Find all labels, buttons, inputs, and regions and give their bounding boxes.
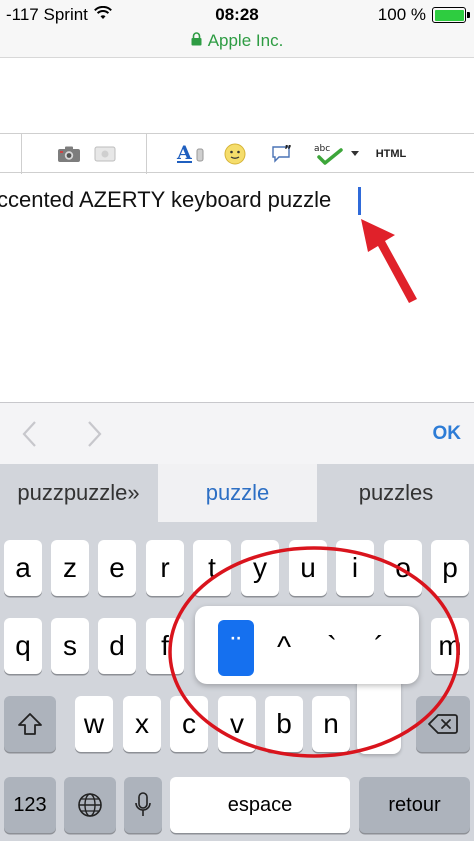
screen: -117 Sprint 08:28 100 % Apple Inc. A ” a… — [0, 0, 474, 841]
status-right: 100 % — [377, 5, 470, 25]
camera-icon[interactable] — [56, 142, 82, 166]
microphone-key[interactable] — [124, 777, 162, 833]
return-key[interactable]: retour — [359, 777, 470, 833]
suggestion-bar: puzzpuzzle» puzzle puzzles — [0, 464, 474, 522]
key-w[interactable]: w — [75, 696, 113, 752]
quote-icon[interactable]: ” — [270, 142, 296, 166]
suggestion-left[interactable]: puzzpuzzle» — [0, 464, 157, 522]
input-accessory-bar: OK — [0, 402, 474, 464]
key-z[interactable]: z — [51, 540, 89, 596]
shift-key[interactable] — [4, 696, 56, 752]
key-q[interactable]: q — [4, 618, 42, 674]
key-e[interactable]: e — [98, 540, 136, 596]
image-icon[interactable] — [92, 142, 118, 166]
battery-percent: 100 % — [377, 5, 426, 24]
site-name: Apple Inc. — [207, 31, 284, 50]
annotation-arrow — [361, 219, 417, 303]
suggestion-center[interactable]: puzzle — [158, 464, 317, 522]
emoji-icon[interactable] — [222, 142, 248, 166]
lock-icon — [191, 31, 202, 51]
svg-text:”: ” — [284, 143, 292, 157]
annotation-circle — [168, 546, 460, 758]
text-caret — [358, 187, 361, 215]
battery-icon — [432, 7, 470, 23]
shift-icon — [18, 713, 42, 735]
editor-text[interactable]: ccented AZERTY keyboard puzzle — [0, 187, 331, 213]
svg-text:A: A — [176, 143, 192, 164]
key-d[interactable]: d — [98, 618, 136, 674]
status-bar: -117 Sprint 08:28 100 % Apple Inc. — [0, 0, 474, 58]
editor-toolbar: A ” abc HTML — [0, 133, 474, 174]
suggestion-right[interactable]: puzzles — [318, 464, 474, 522]
html-button[interactable]: HTML — [372, 142, 410, 166]
key-x[interactable]: x — [123, 696, 161, 752]
svg-text:abc: abc — [314, 144, 330, 154]
font-color-icon[interactable]: A — [176, 142, 208, 166]
globe-icon — [78, 793, 102, 817]
numbers-key[interactable]: 123 — [4, 777, 56, 833]
key-a[interactable]: a — [4, 540, 42, 596]
chevron-left-icon[interactable] — [20, 420, 40, 453]
microphone-icon — [135, 792, 151, 816]
globe-key[interactable] — [64, 777, 116, 833]
dropdown-arrow-icon[interactable] — [349, 142, 361, 166]
key-s[interactable]: s — [51, 618, 89, 674]
chevron-right-icon[interactable] — [84, 420, 104, 453]
site-label[interactable]: Apple Inc. — [0, 31, 474, 51]
spellcheck-icon[interactable]: abc — [314, 142, 344, 166]
ok-button[interactable]: OK — [433, 423, 462, 445]
space-key[interactable]: espace — [170, 777, 350, 833]
